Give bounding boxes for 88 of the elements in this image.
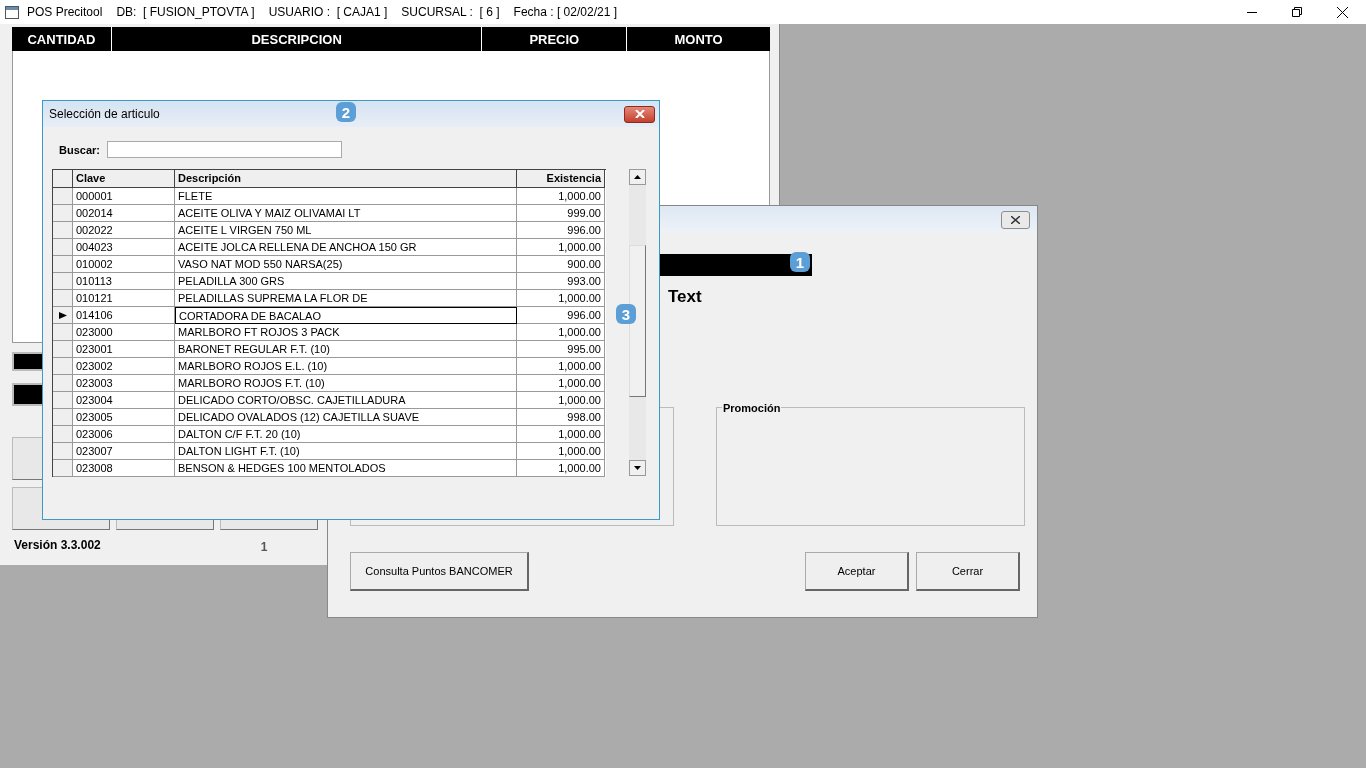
column-header: Clave [73, 170, 175, 188]
table-cell: DELICADO CORTO/OBSC. CAJETILLADURA [175, 392, 517, 409]
table-cell: 023001 [73, 341, 175, 358]
table-cell: 010121 [73, 290, 175, 307]
table-cell: ACEITE JOLCA RELLENA DE ANCHOA 150 GR [175, 239, 517, 256]
search-label: Buscar: [59, 143, 100, 156]
table-cell: 996.00 [517, 307, 605, 324]
table-cell: 995.00 [517, 341, 605, 358]
table-cell: DELICADO OVALADOS (12) CAJETILLA SUAVE [175, 409, 517, 426]
dialog-title: Selección de articulo [49, 107, 160, 121]
table-cell: 996.00 [517, 222, 605, 239]
table-cell: 1,000.00 [517, 392, 605, 409]
table-cell: 023003 [73, 375, 175, 392]
scroll-up-button[interactable] [629, 169, 646, 185]
search-field[interactable] [106, 141, 342, 158]
table-cell: 023002 [73, 358, 175, 375]
table-cell: VASO NAT MOD 550 NARSA(25) [175, 256, 517, 273]
close-icon [1011, 215, 1020, 224]
table-cell: 023008 [73, 460, 175, 477]
dialog-button[interactable]: Aceptar [805, 552, 909, 591]
table-cell: 1,000.00 [517, 188, 605, 205]
restore-icon[interactable] [1292, 7, 1302, 17]
table-cell: BARONET REGULAR F.T. (10) [175, 341, 517, 358]
table-cell: 1,000.00 [517, 375, 605, 392]
table-cell: PELADILLAS SUPREMA LA FLOR DE [175, 290, 517, 307]
up-arrow-icon [634, 175, 641, 179]
table-cell: 1,000.00 [517, 239, 605, 256]
close-icon[interactable] [1337, 6, 1348, 18]
table-cell: MARLBORO ROJOS F.T. (10) [175, 375, 517, 392]
title-text: SUCURSAL : [ 6 ] [401, 5, 500, 19]
number-badge: 2 [336, 102, 356, 122]
number-badge: 1 [790, 252, 810, 272]
table-cell: 1,000.00 [517, 426, 605, 443]
window-icon [5, 5, 19, 19]
table-cell: MARLBORO FT ROJOS 3 PACK [175, 324, 517, 341]
table-cell: MARLBORO ROJOS E.L. (10) [175, 358, 517, 375]
table-cell: PELADILLA 300 GRS [175, 273, 517, 290]
title-text: POS Precitool [27, 5, 103, 19]
table-cell: 999.00 [517, 205, 605, 222]
table-cell: 1,000.00 [517, 324, 605, 341]
table-cell: 900.00 [517, 256, 605, 273]
table-cell: 1,000.00 [517, 443, 605, 460]
current-row-icon [58, 311, 67, 319]
table-cell: 002014 [73, 205, 175, 222]
group-title: Promoción [722, 402, 782, 414]
close-icon [634, 110, 645, 118]
table-cell: 023006 [73, 426, 175, 443]
table-cell: 004023 [73, 239, 175, 256]
table-cell: CORTADORA DE BACALAO [175, 307, 517, 324]
table-cell: 1,000.00 [517, 460, 605, 477]
table-cell: 023004 [73, 392, 175, 409]
version-label: Versión 3.3.002 [14, 538, 101, 552]
item-count: 1 [260, 540, 268, 554]
table-cell: BENSON & HEDGES 100 MENTOLADOS [175, 460, 517, 477]
number-badge: 3 [616, 304, 636, 324]
table-cell: ACEITE OLIVA Y MAIZ OLIVAMAI LT [175, 205, 517, 222]
text-label: Text [668, 287, 703, 307]
down-arrow-icon [634, 466, 641, 470]
close-button[interactable] [1001, 210, 1030, 229]
close-button[interactable] [624, 105, 655, 123]
scroll-down-button[interactable] [629, 460, 646, 476]
table-cell: 1,000.00 [517, 290, 605, 307]
table-cell: 014106 [73, 307, 175, 324]
title-text: USUARIO : [ CAJA1 ] [268, 5, 388, 19]
table-cell: 010113 [73, 273, 175, 290]
table-cell: 023007 [73, 443, 175, 460]
table-cell: 998.00 [517, 409, 605, 426]
column-header: Descripción [175, 170, 517, 188]
table-cell: 993.00 [517, 273, 605, 290]
table-cell: FLETE [175, 188, 517, 205]
column-header: Existencia [517, 170, 605, 188]
table-cell: 000001 [73, 188, 175, 205]
column-header: MONTO [673, 30, 724, 49]
table-cell: DALTON C/F F.T. 20 (10) [175, 426, 517, 443]
dialog-button[interactable]: Consulta Puntos BANCOMER [350, 552, 529, 591]
dialog-button[interactable]: Cerrar [916, 552, 1020, 591]
table-cell: 010002 [73, 256, 175, 273]
row-header[interactable] [53, 307, 73, 324]
scroll-thumb[interactable] [629, 245, 646, 397]
table-cell: 1,000.00 [517, 358, 605, 375]
table-cell: DALTON LIGHT F.T. (10) [175, 443, 517, 460]
title-text: DB: [ FUSION_PTOVTA ] [116, 5, 255, 19]
table-cell: 002022 [73, 222, 175, 239]
table-cell: 023000 [73, 324, 175, 341]
scrollbar[interactable] [629, 169, 646, 476]
table-cell: 023005 [73, 409, 175, 426]
title-text: Fecha : [ 02/02/21 ] [513, 5, 617, 19]
table-cell: ACEITE L VIRGEN 750 ML [175, 222, 517, 239]
